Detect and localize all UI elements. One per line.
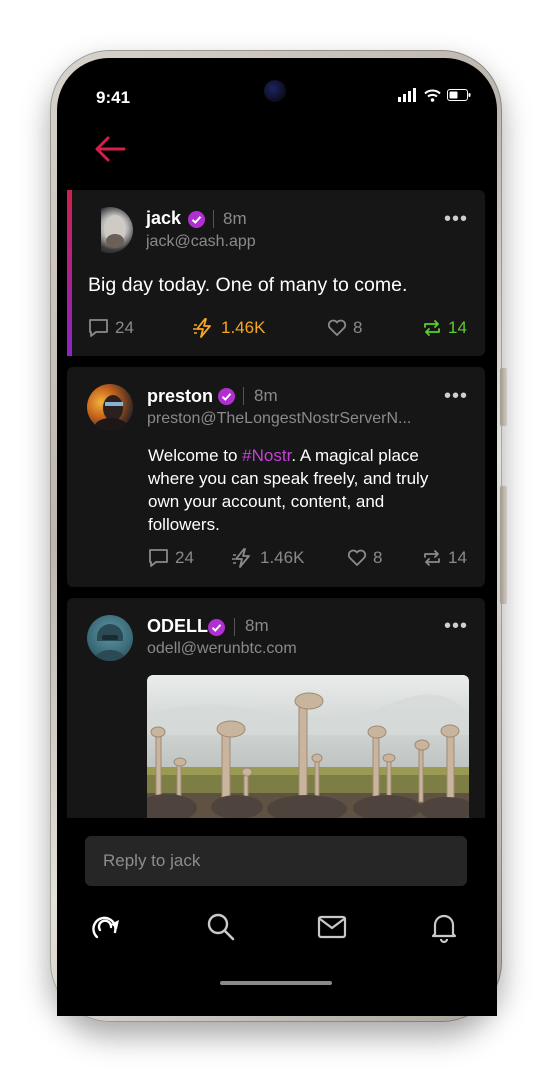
like-count: 8: [353, 318, 363, 337]
search-icon[interactable]: [204, 910, 238, 944]
avatar-odell[interactable]: [87, 615, 133, 661]
reply-count-button[interactable]: 24: [88, 318, 134, 338]
reply-count: 24: [115, 318, 134, 337]
repost-icon: [424, 320, 440, 336]
repost-count: 14: [448, 548, 467, 567]
more-options-icon[interactable]: •••: [444, 386, 468, 406]
separator: [213, 210, 214, 228]
battery-icon: [447, 89, 471, 101]
post-text: Welcome to #Nostr. A magical place where…: [148, 444, 460, 536]
repost-count-button[interactable]: 14: [422, 318, 467, 338]
separator: [234, 618, 235, 636]
avatar-jack-image: [87, 207, 126, 253]
avatar-odell-image: [95, 624, 125, 661]
like-count: 8: [373, 548, 383, 567]
avatar-preston[interactable]: [87, 384, 133, 430]
reply-count-button[interactable]: 24: [148, 548, 194, 568]
home-indicator[interactable]: [220, 981, 332, 985]
avatar-preston-image: [95, 395, 127, 430]
zap-count-button[interactable]: 1.46K: [193, 318, 265, 338]
post-text: Big day today. One of many to come.: [88, 274, 408, 296]
comment-icon: [149, 549, 168, 567]
post-time: 8m: [223, 209, 247, 228]
post-author-name[interactable]: preston: [147, 386, 213, 407]
more-options-icon[interactable]: •••: [444, 616, 468, 636]
side-button-volume: [500, 368, 507, 426]
zap-icon: [193, 318, 211, 338]
messages-icon[interactable]: [315, 910, 349, 944]
post-time: 8m: [245, 616, 269, 635]
reply-input[interactable]: Reply to jack: [85, 836, 467, 886]
hashtag-link[interactable]: #Nostr: [242, 446, 291, 465]
verified-badge-icon: [218, 388, 235, 405]
front-camera: [264, 80, 286, 102]
post-time: 8m: [254, 386, 278, 405]
like-count-button[interactable]: 8: [347, 548, 382, 568]
repost-count-button[interactable]: 14: [422, 548, 467, 568]
page-title: Thread: [242, 136, 316, 161]
post-image-ostriches[interactable]: [147, 675, 469, 818]
more-options-icon[interactable]: •••: [444, 209, 468, 229]
heart-icon: [347, 549, 367, 566]
post-author-handle: preston@TheLongestNostrServerN...: [147, 410, 412, 427]
signal-icon: [398, 88, 416, 102]
zap-count: 1.46K: [221, 318, 266, 337]
zap-icon: [232, 548, 250, 568]
post-author-handle: jack@cash.app: [146, 233, 256, 250]
zap-count-button[interactable]: 1.46K: [232, 548, 304, 568]
status-time: 9:41: [96, 88, 131, 107]
separator: [243, 387, 244, 405]
comment-icon: [89, 319, 108, 337]
post-author-handle: odell@werunbtc.com: [147, 640, 297, 657]
zap-count: 1.46K: [260, 548, 305, 567]
repost-icon: [424, 550, 440, 566]
like-count-button[interactable]: 8: [327, 318, 362, 338]
status-icons: [398, 88, 471, 102]
verified-badge-icon: [188, 211, 205, 228]
reply-count: 24: [175, 548, 194, 567]
home-icon[interactable]: [91, 910, 125, 944]
post-author-name[interactable]: jack: [146, 208, 181, 229]
wifi-icon: [424, 89, 441, 102]
post-author-name[interactable]: ODELL: [147, 616, 208, 637]
repost-count: 14: [448, 318, 467, 337]
notifications-icon[interactable]: [427, 910, 461, 944]
verified-badge-icon: [208, 619, 225, 636]
side-button-power: [500, 486, 507, 604]
heart-icon: [327, 319, 347, 336]
avatar-jack[interactable]: [87, 207, 133, 253]
post-text-part: Welcome to: [148, 446, 243, 465]
